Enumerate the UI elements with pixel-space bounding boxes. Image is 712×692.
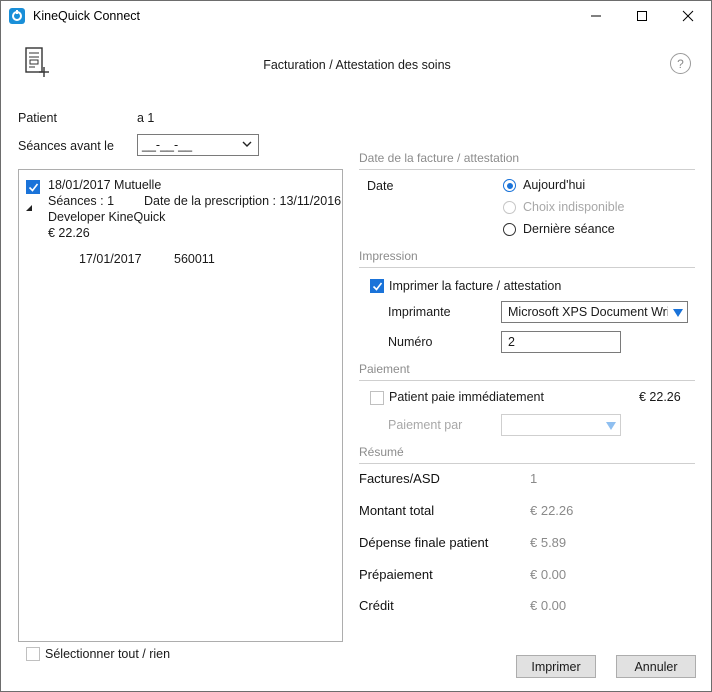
window-title: KineQuick Connect [33,9,141,23]
invoice-date-type: 18/01/2017 Mutuelle [48,178,162,192]
payment-method-select [501,414,621,436]
seances-date-picker[interactable]: __-__-__ [137,134,259,156]
immediate-payment-checkbox[interactable] [370,391,384,405]
radio-choix-indisponible-label: Choix indisponible [523,200,625,214]
radio-derniere-seance[interactable] [503,223,516,236]
date-label: Date [367,179,394,193]
print-invoice-label: Imprimer la facture / attestation [389,279,562,293]
patient-value: a 1 [137,111,155,125]
invoice-seances: Séances : 1 [48,194,115,208]
select-all-label: Sélectionner tout / rien [45,647,171,661]
invoice-list: 18/01/2017 Mutuelle Séances : 1 Date de … [18,169,343,642]
select-all-checkbox[interactable] [26,647,40,661]
printer-label: Imprimante [388,305,451,319]
payment-method-label: Paiement par [388,418,463,432]
payment-amount: € 22.26 [639,390,681,404]
session-code: 560011 [174,252,215,266]
radio-choix-indisponible [503,201,516,214]
resume-depense-value: € 5.89 [530,535,567,550]
invoice-amount: € 22.26 [48,226,90,240]
radio-derniere-seance-label: Dernière séance [523,222,615,236]
resume-credit-value: € 0.00 [530,598,567,613]
print-invoice-checkbox[interactable] [370,279,384,293]
invoice-therapist: Developer KineQuick [48,210,166,224]
help-icon[interactable]: ? [670,53,691,74]
date-section-header: Date de la facture / attestation [359,151,695,170]
resume-section-header: Résumé [359,445,695,464]
app-window: KineQuick Connect Facturation / Attestat… [0,0,712,692]
minimize-button[interactable] [573,1,619,31]
dropdown-arrow-icon [606,422,616,430]
close-button[interactable] [665,1,711,31]
resume-credit-label: Crédit [359,598,394,613]
printer-select[interactable]: Microsoft XPS Document Writ [501,301,688,323]
invoice-prescription-date: Date de la prescription : 13/11/2016 [144,194,342,208]
resume-factures-value: 1 [530,471,538,486]
dropdown-arrow-icon [673,309,683,317]
immediate-payment-label: Patient paie immédiatement [389,390,544,404]
numero-value: 2 [508,335,515,349]
collapse-triangle-icon[interactable] [25,201,33,215]
patient-label: Patient [18,111,57,125]
radio-aujourdhui[interactable] [503,179,516,192]
resume-montant-label: Montant total [359,503,435,518]
invoice-checkbox[interactable] [26,180,40,194]
cancel-button[interactable]: Annuler [616,655,696,678]
resume-depense-label: Dépense finale patient [359,535,489,550]
chevron-down-icon [241,138,253,153]
paiement-section-header: Paiement [359,362,695,381]
numero-label: Numéro [388,335,433,349]
kinequick-logo-icon [9,8,25,24]
title-bar: KineQuick Connect [1,1,711,31]
resume-factures-label: Factures/ASD [359,471,440,486]
impression-section-header: Impression [359,249,695,268]
seances-date-value: __-__-__ [142,138,193,152]
maximize-button[interactable] [619,1,665,31]
resume-prepaiement-label: Prépaiement [359,567,433,582]
radio-aujourdhui-label: Aujourd'hui [523,178,586,192]
numero-input[interactable]: 2 [501,331,621,353]
seances-avant-label: Séances avant le [18,139,114,153]
resume-montant-value: € 22.26 [530,503,574,518]
resume-prepaiement-value: € 0.00 [530,567,567,582]
session-date: 17/01/2017 [79,252,142,266]
page-title: Facturation / Attestation des soins [263,58,451,72]
print-button[interactable]: Imprimer [516,655,596,678]
printer-value: Microsoft XPS Document Writ [508,305,668,319]
